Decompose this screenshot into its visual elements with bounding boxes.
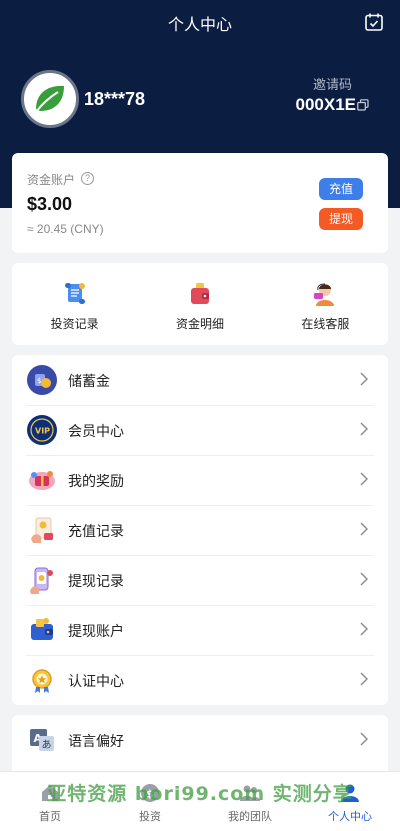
quick-link-label: 资金明细	[175, 317, 224, 331]
scroll-icon	[64, 283, 85, 304]
medal-icon	[32, 669, 52, 693]
copy-icon[interactable]	[357, 99, 369, 111]
quick-link-label: 在线客服	[301, 317, 350, 331]
chevron-right-icon	[360, 622, 368, 636]
chevron-right-icon	[360, 422, 368, 436]
page-title: 个人中心	[167, 15, 232, 34]
savings-icon: $	[27, 365, 57, 395]
tab-profile[interactable]: 个人中心	[300, 772, 400, 831]
tab-home[interactable]: 首页	[0, 772, 100, 831]
profile-icon	[341, 784, 359, 802]
quick-link-fund-details[interactable]: 资金明细	[137, 263, 262, 345]
wallet-icon	[190, 283, 209, 304]
menu-item-recharge-records[interactable]: 充值记录	[12, 505, 388, 555]
menu-item-label: 我的奖励	[68, 474, 124, 490]
withdraw-button[interactable]: 提现	[319, 208, 363, 230]
customer-service-icon	[314, 283, 335, 306]
quick-link-label: 投资记录	[50, 317, 99, 331]
menu-item-my-rewards[interactable]: 我的奖励	[12, 455, 388, 505]
menu-item-member-center[interactable]: VIP 会员中心	[12, 405, 388, 455]
help-icon[interactable]: ?	[81, 172, 94, 185]
menu-list: $ 储蓄金 VIP 会员中心 我的奖励 充值记录 提现记录 提现账户 认证中心	[12, 355, 388, 705]
balance-amount: $3.00	[27, 194, 73, 214]
tab-label: 个人中心	[328, 810, 372, 823]
tab-label: 我的团队	[228, 810, 272, 823]
quick-link-investment-records[interactable]: 投资记录	[12, 263, 137, 345]
divider	[26, 505, 374, 506]
svg-text:$: $	[37, 377, 41, 385]
fund-account-label: 资金账户	[27, 173, 76, 187]
menu-item-label: 提现账户	[68, 624, 124, 640]
chevron-right-icon	[360, 572, 368, 586]
menu-item-label: 会员中心	[68, 424, 124, 440]
chevron-right-icon	[360, 372, 368, 386]
svg-text:VIP: VIP	[35, 427, 50, 436]
chevron-right-icon	[360, 472, 368, 486]
svg-text:あ: あ	[42, 739, 52, 751]
chevron-right-icon	[360, 672, 368, 686]
invite-code: 000X1E	[295, 95, 357, 114]
menu-item-withdraw-records[interactable]: 提现记录	[12, 555, 388, 605]
menu-item-label: 储蓄金	[68, 374, 110, 390]
menu-item-label: 语言偏好	[68, 734, 124, 750]
fund-account-card: 资金账户 ? $3.00 ≈ 20.45 (CNY) 充值 提现	[12, 153, 388, 253]
divider	[26, 555, 374, 556]
team-icon	[240, 785, 260, 801]
menu-item-label: 提现记录	[68, 574, 124, 590]
quick-links: 投资记录 资金明细 在线客服	[12, 263, 388, 345]
bottom-tab-bar: 首页 $ 投资 我的团队 个人中心	[0, 771, 400, 831]
tab-label: 首页	[39, 810, 61, 823]
divider	[26, 605, 374, 606]
gift-icon	[29, 471, 55, 490]
top-bar: 个人中心	[0, 0, 400, 44]
svg-text:$: $	[146, 788, 154, 801]
settings-list: A あ 语言偏好	[12, 715, 388, 775]
menu-item-withdraw-account[interactable]: 提现账户	[12, 605, 388, 655]
menu-item-label: 认证中心	[68, 674, 124, 690]
vip-badge-icon: VIP	[27, 415, 57, 445]
withdraw-account-icon	[31, 618, 53, 640]
language-icon: A あ	[30, 729, 54, 751]
avatar[interactable]	[21, 70, 79, 128]
tab-my-team[interactable]: 我的团队	[200, 772, 300, 831]
divider	[26, 405, 374, 406]
recharge-record-icon	[31, 517, 53, 543]
recharge-button[interactable]: 充值	[319, 178, 363, 200]
invite-code-label: 邀请码	[312, 78, 352, 93]
menu-item-language[interactable]: A あ 语言偏好	[12, 715, 388, 765]
chevron-right-icon	[360, 732, 368, 746]
menu-item-verification-center[interactable]: 认证中心	[12, 655, 388, 705]
calendar-check-icon[interactable]	[364, 12, 384, 32]
chevron-right-icon	[360, 522, 368, 536]
quick-link-online-support[interactable]: 在线客服	[263, 263, 388, 345]
divider	[26, 655, 374, 656]
menu-item-savings[interactable]: $ 储蓄金	[12, 355, 388, 405]
tab-label: 投资	[139, 810, 161, 823]
tab-invest[interactable]: $ 投资	[100, 772, 200, 831]
menu-item-label: 充值记录	[68, 524, 124, 540]
home-icon	[42, 785, 58, 801]
leaf-logo-icon	[35, 85, 64, 113]
divider	[26, 455, 374, 456]
balance-cny: ≈ 20.45 (CNY)	[27, 222, 104, 236]
invest-icon: $	[141, 784, 159, 802]
username: 18***78	[84, 89, 146, 109]
withdraw-record-icon	[30, 567, 53, 594]
